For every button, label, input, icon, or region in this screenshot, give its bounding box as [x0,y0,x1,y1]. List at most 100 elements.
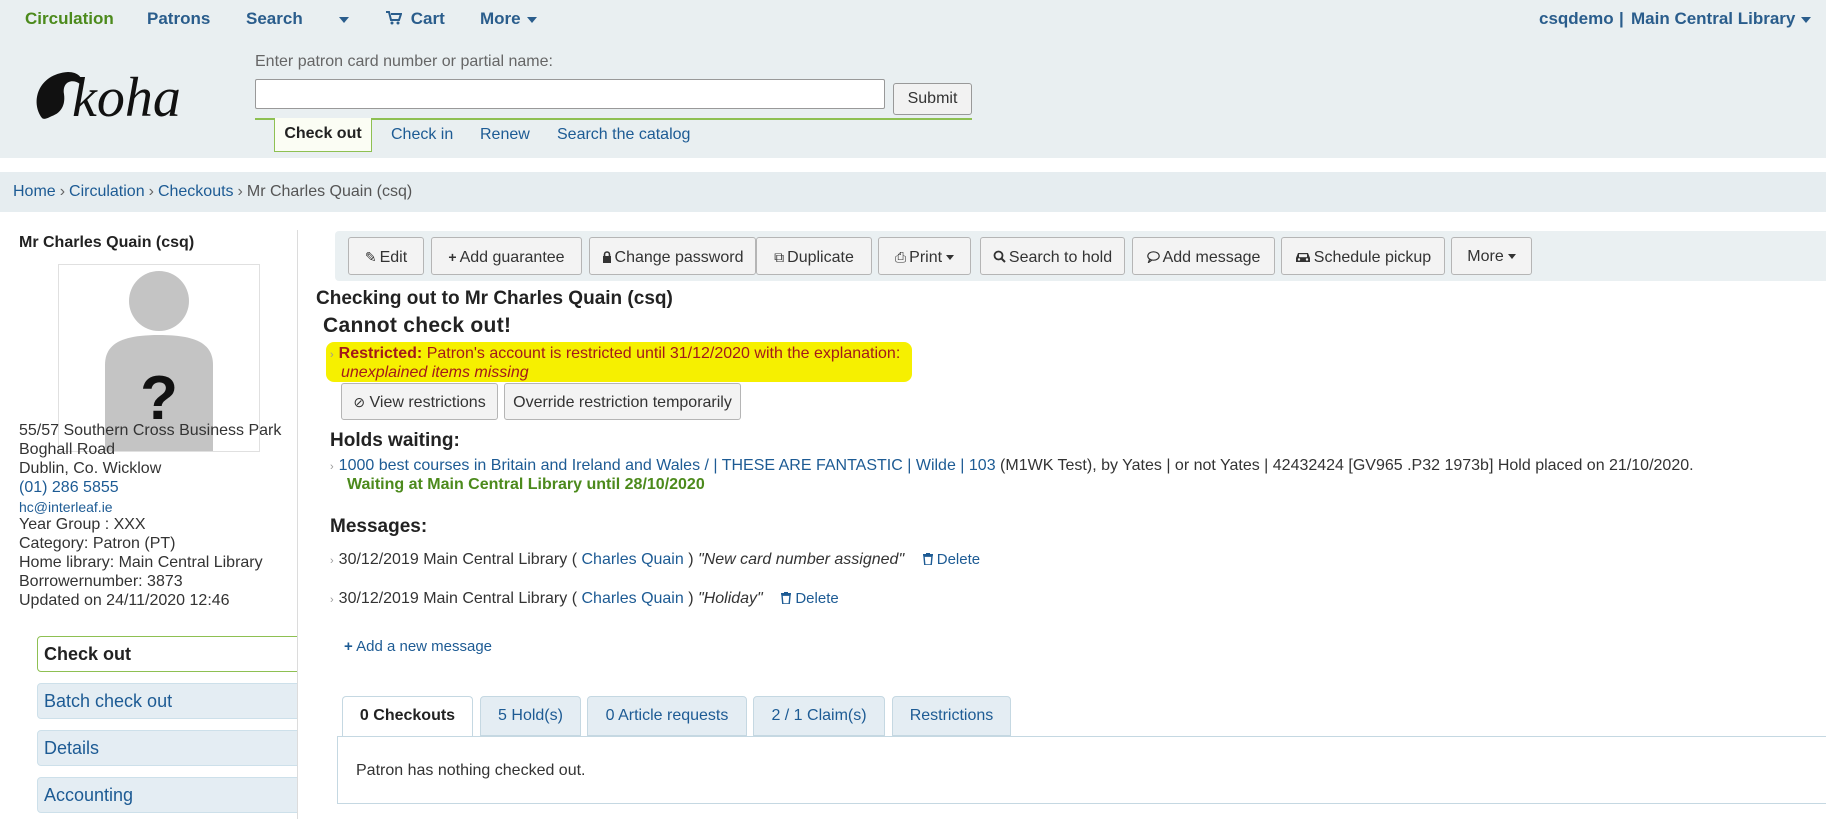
plus-icon: + [344,638,353,655]
printer-icon: ⎙ [894,249,907,265]
header-tab-check-out[interactable]: Check out [274,118,372,152]
edit-button-label: Edit [379,249,408,266]
add-new-message-link[interactable]: + Add a new message [344,638,492,655]
top-navbar: Circulation Patrons Search Cart More csq… [0,0,1826,38]
nav-cart[interactable]: Cart [386,9,445,29]
hold-waiting-status: Waiting at Main Central Library until 28… [347,476,705,493]
chevron-down-icon [1801,16,1812,23]
breadcrumb: Home › Circulation › Checkouts › Mr Charles Qu… [0,172,1826,212]
message-prefix: 30/12/2019 Main Central Library ( [338,551,578,568]
header-tab-search-catalog[interactable]: Search the catalog [557,126,690,144]
add-guarantee-button[interactable]: + Add guarantee [431,237,582,275]
submit-button[interactable]: Submit [893,83,972,115]
patron-name: Mr Charles Quain (csq) [19,234,195,251]
patron-updated: Updated on 24/11/2020 12:46 [19,592,230,609]
logged-in-user[interactable]: csqdemo [1539,9,1614,29]
sidebar-item-check-out[interactable]: Check out [37,636,298,672]
bullet-icon: › [330,461,334,473]
message-author-link[interactable]: Charles Quain [581,551,683,568]
chevron-down-icon [1507,254,1516,260]
breadcrumb-home[interactable]: Home [13,183,56,200]
tab-holds[interactable]: 5 Hold(s) [480,696,581,736]
hold-item: › 1000 best courses in Britain and Irelan… [330,457,1694,475]
holds-waiting-heading: Holds waiting: [330,430,460,451]
print-label: Print [909,249,943,266]
search-to-hold-label: Search to hold [1008,249,1113,266]
add-guarantee-label: Add guarantee [459,249,565,266]
patron-sidebar: Mr Charles Quain (csq) ? 55/57 Southern … [0,230,298,819]
bullet-icon: › [330,555,334,567]
print-button[interactable]: ⎙ Print [878,237,971,275]
sidebar-item-accounting[interactable]: Accounting [37,777,298,813]
override-restriction-button[interactable]: Override restriction temporarily [504,383,741,420]
tab-claims[interactable]: 2 / 1 Claim(s) [753,696,885,736]
lock-icon [602,249,612,265]
restricted-text: Patron's account is restricted until 31/… [426,345,901,362]
change-password-button[interactable]: Change password [589,237,756,275]
schedule-pickup-label: Schedule pickup [1313,249,1432,266]
more-button[interactable]: More [1451,237,1532,275]
ban-icon: ⊘ [353,394,366,410]
library-switcher-label: Main Central Library [1631,9,1796,28]
view-restrictions-label: View restrictions [369,394,486,411]
nav-circulation[interactable]: Circulation [25,9,114,29]
header-tab-check-in[interactable]: Check in [391,126,453,144]
library-switcher[interactable]: Main Central Library [1631,9,1812,29]
nav-more-label: More [480,9,521,28]
view-restrictions-button[interactable]: ⊘ View restrictions [341,383,498,420]
sidebar-divider [297,230,298,819]
patron-phone[interactable]: (01) 286 5855 [19,479,119,497]
patron-category: Category: Patron (PT) [19,535,176,552]
breadcrumb-separator: › [148,183,154,200]
edit-button[interactable]: ✎ Edit [348,237,424,275]
sidebar-item-details[interactable]: Details [37,730,298,766]
message-item: › 30/12/2019 Main Central Library ( Charl… [330,551,980,569]
schedule-pickup-button[interactable]: Schedule pickup [1281,237,1445,275]
nav-separator: | [1619,9,1624,28]
cannot-check-out-heading: Cannot check out! [323,314,512,337]
messages-heading: Messages: [330,516,428,537]
message-prefix: 30/12/2019 Main Central Library ( [338,590,578,607]
nav-patrons[interactable]: Patrons [147,9,210,29]
nav-search-dropdown[interactable] [333,9,349,29]
breadcrumb-checkouts[interactable]: Checkouts [158,183,234,200]
message-suffix: ) [688,551,694,568]
add-message-button[interactable]: Add message [1132,237,1275,275]
add-message-label: Add message [1162,249,1261,266]
change-password-label: Change password [614,249,744,266]
nav-more[interactable]: More [480,9,537,29]
trash-icon [781,590,792,607]
nothing-checked-out-text: Patron has nothing checked out. [356,762,586,779]
car-icon [1295,249,1311,265]
restriction-message: › Restricted: Patron's account is restric… [330,345,900,363]
breadcrumb-current: Mr Charles Quain (csq) [246,183,413,200]
cart-icon [386,9,407,28]
nav-search[interactable]: Search [246,9,303,29]
more-label: More [1467,248,1504,265]
sidebar-item-batch-check-out[interactable]: Batch check out [37,683,298,719]
search-to-hold-button[interactable]: Search to hold [980,237,1125,275]
patron-address-line3: Dublin, Co. Wicklow [19,460,162,477]
koha-logo[interactable]: koha [28,58,216,138]
delete-message-button[interactable]: Delete [781,590,839,607]
delete-message-button[interactable]: Delete [922,551,980,568]
message-author-link[interactable]: Charles Quain [581,590,683,607]
trash-icon [922,551,933,568]
tab-checkouts[interactable]: 0 Checkouts [342,696,473,737]
duplicate-button[interactable]: ⧉ Duplicate [756,237,872,275]
plus-icon: + [448,249,457,265]
tab-restrictions[interactable]: Restrictions [892,696,1011,736]
hold-title-link[interactable]: 1000 best courses in Britain and Ireland… [339,457,996,474]
message-text: "New card number assigned" [698,551,905,568]
chevron-down-icon [526,16,537,23]
header-tab-renew[interactable]: Renew [480,126,530,144]
patron-search-input[interactable] [255,79,885,109]
message-suffix: ) [688,590,694,607]
breadcrumb-separator: › [59,183,66,200]
patron-email[interactable]: hc@interleaf.ie [19,499,113,515]
tab-article-requests[interactable]: 0 Article requests [587,696,747,736]
patron-address-line1: 55/57 Southern Cross Business Park [19,422,282,439]
patron-borrowernumber: Borrowernumber: 3873 [19,573,183,590]
checkout-heading: Checking out to Mr Charles Quain (csq) [316,288,673,309]
breadcrumb-circulation[interactable]: Circulation [69,183,145,200]
